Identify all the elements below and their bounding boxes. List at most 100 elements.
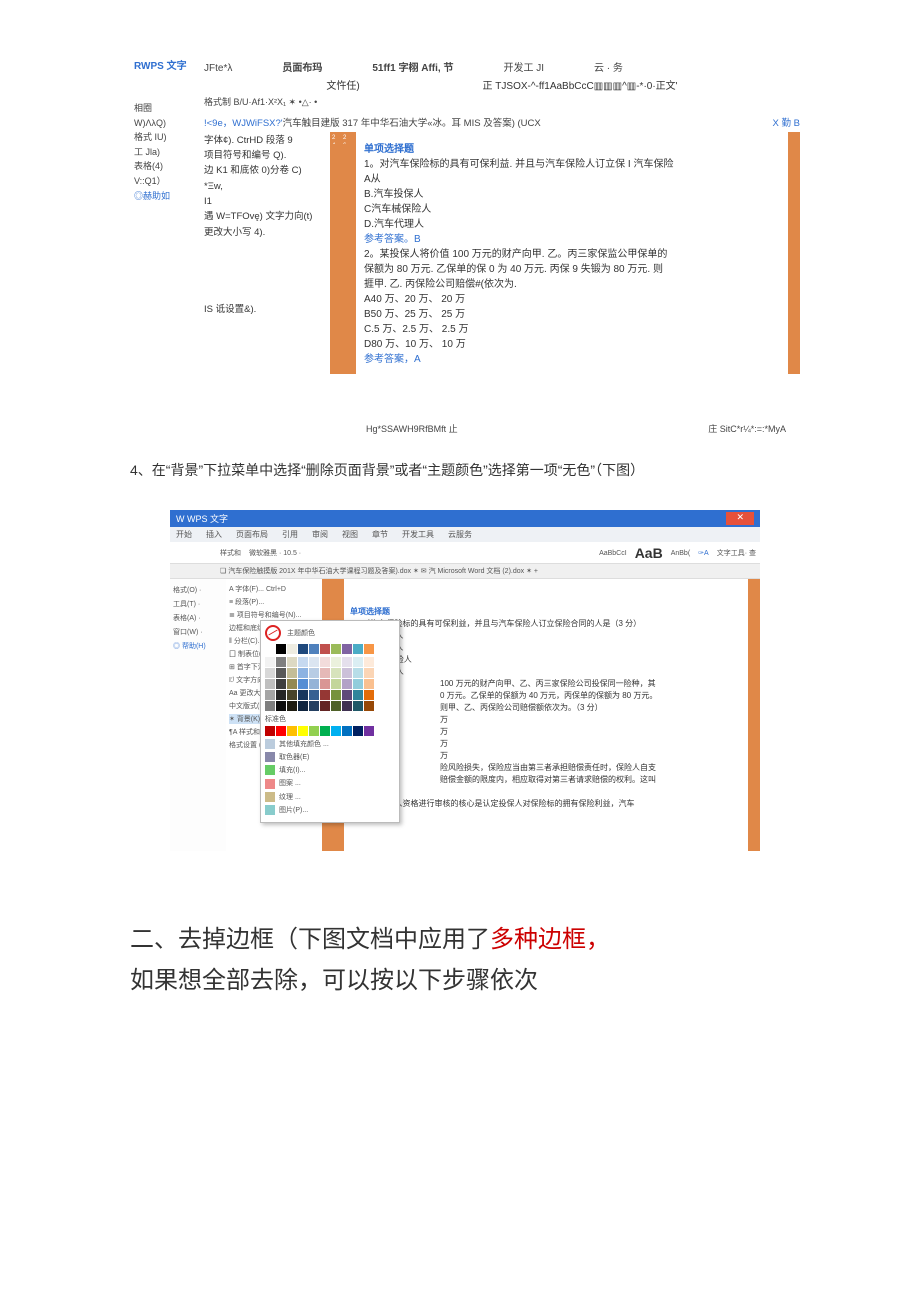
color-swatch[interactable]	[331, 726, 341, 736]
dd-item[interactable]: 遇 W=TFOvę) 文字力向(t)	[204, 210, 330, 223]
color-swatch[interactable]	[342, 726, 352, 736]
color-swatch[interactable]	[342, 668, 352, 678]
color-swatch[interactable]	[364, 701, 374, 711]
dd-font[interactable]: A 字体(F)... Ctrl+D	[229, 584, 319, 594]
color-swatch[interactable]	[298, 726, 308, 736]
color-swatch[interactable]	[364, 644, 374, 654]
dd-item[interactable]: IS 诋设置&).	[204, 303, 330, 316]
color-swatch[interactable]	[320, 657, 330, 667]
dd-item[interactable]: *Ξw,	[204, 180, 330, 193]
color-swatch[interactable]	[342, 690, 352, 700]
color-swatch[interactable]	[331, 657, 341, 667]
menu-table[interactable]: 表格(A) ·	[173, 613, 223, 623]
side-item[interactable]: 工 Jla)	[134, 146, 184, 159]
dd-bullet[interactable]: ≣ 项目符号和编号(N)...	[229, 610, 319, 620]
tab-close[interactable]: X 勤 B	[773, 117, 800, 130]
color-swatch[interactable]	[276, 726, 286, 736]
color-swatch[interactable]	[342, 657, 352, 667]
color-swatch[interactable]	[353, 726, 363, 736]
tab-start[interactable]: 开始	[176, 529, 192, 540]
color-swatch[interactable]	[364, 668, 374, 678]
color-swatch[interactable]	[353, 668, 363, 678]
dd-item[interactable]: 字体¢). CtrHD 段落 9	[204, 134, 330, 147]
color-swatch[interactable]	[331, 701, 341, 711]
side-item[interactable]: V::Q1）	[134, 175, 184, 188]
menu-format[interactable]: 格式(O) ·	[173, 585, 223, 595]
color-swatch[interactable]	[265, 690, 275, 700]
color-swatch[interactable]	[309, 644, 319, 654]
color-swatch[interactable]	[320, 701, 330, 711]
color-swatch[interactable]	[265, 726, 275, 736]
font-combo[interactable]: 微软雅黑 · 10.5 ·	[249, 548, 301, 558]
color-swatch[interactable]	[276, 679, 286, 689]
color-swatch[interactable]	[287, 726, 297, 736]
dd-item[interactable]: 更改大小写 4).	[204, 226, 330, 239]
color-swatch[interactable]	[331, 668, 341, 678]
tab-ref[interactable]: 引用	[282, 529, 298, 540]
dd-item[interactable]: 边 K1 和底侬 0)分卷 C)	[204, 164, 330, 177]
opt-texture[interactable]: 纹理 ...	[265, 792, 395, 802]
palette-row-nocolor[interactable]: 主题颜色	[265, 625, 395, 641]
color-swatch[interactable]	[364, 726, 374, 736]
color-swatch[interactable]	[320, 726, 330, 736]
color-swatch[interactable]	[331, 679, 341, 689]
color-swatch[interactable]	[353, 657, 363, 667]
color-swatch[interactable]	[309, 701, 319, 711]
tab-section[interactable]: 51ff1 字栩 Affi, 节	[372, 62, 453, 76]
color-swatch[interactable]	[309, 679, 319, 689]
style-normal[interactable]: AaBbCcI	[599, 550, 627, 557]
dd-item[interactable]: I1	[204, 195, 330, 208]
side-item-help[interactable]: ◎赫助如	[134, 190, 184, 203]
color-swatch[interactable]	[320, 644, 330, 654]
side-item[interactable]: W)ΛλQ)	[134, 117, 184, 130]
color-swatch[interactable]	[320, 679, 330, 689]
window-close-icon[interactable]: ✕	[726, 512, 754, 525]
color-swatch[interactable]	[287, 679, 297, 689]
color-swatch[interactable]	[298, 690, 308, 700]
opt-morecolor[interactable]: 其他填充颜色 ...	[265, 739, 395, 749]
color-swatch[interactable]	[298, 668, 308, 678]
color-swatch[interactable]	[320, 668, 330, 678]
dd-item[interactable]: 项目符号和编号 Q).	[204, 149, 330, 162]
color-swatch[interactable]	[276, 668, 286, 678]
document-tab[interactable]: !<9e，WJWiFSX?'汽车触目建版 317 年中华石油大学«冰。耳 MIS…	[204, 115, 800, 132]
tab-cloud[interactable]: 云服务	[448, 529, 472, 540]
menu-help[interactable]: ◎ 帮助(H)	[173, 641, 223, 651]
color-swatch[interactable]	[364, 657, 374, 667]
tab-insert[interactable]: JFte*λ	[204, 62, 232, 76]
color-swatch[interactable]	[276, 644, 286, 654]
format-bar[interactable]: 格式制 B/U·Af1·X²X₁ ✶ •△· •	[204, 96, 800, 109]
color-swatch[interactable]	[364, 679, 374, 689]
opt-pattern[interactable]: 图案 ...	[265, 778, 395, 788]
style-h2[interactable]: AnBb(	[671, 550, 690, 557]
menu-tools[interactable]: 工具(T) ·	[173, 599, 223, 609]
color-swatch[interactable]	[276, 701, 286, 711]
color-swatch[interactable]	[353, 701, 363, 711]
tab-sect[interactable]: 章节	[372, 529, 388, 540]
opt-picture[interactable]: 图片(P)...	[265, 805, 395, 815]
dd-para[interactable]: ≡ 段落(P)...	[229, 597, 319, 607]
tab-dev[interactable]: 开发工 JI	[503, 62, 544, 76]
color-swatch[interactable]	[331, 690, 341, 700]
opt-eyedrop[interactable]: 取色器(E)	[265, 752, 395, 762]
char-icon[interactable]: ✑A	[698, 549, 709, 557]
color-swatch[interactable]	[342, 644, 352, 654]
side-item[interactable]: 格式 IU)	[134, 131, 184, 144]
color-swatch[interactable]	[353, 644, 363, 654]
color-swatch[interactable]	[298, 657, 308, 667]
tab-insert[interactable]: 插入	[206, 529, 222, 540]
color-swatch[interactable]	[309, 657, 319, 667]
tab-review[interactable]: 审阅	[312, 529, 328, 540]
side-item[interactable]: 表格(4)	[134, 160, 184, 173]
color-swatch[interactable]	[287, 690, 297, 700]
color-swatch[interactable]	[331, 644, 341, 654]
tab-view[interactable]: 视图	[342, 529, 358, 540]
file-tab-bar[interactable]: ❏ 汽车保险触摸版 201X 年中华石油大学课程习题及答案).dox ✶ ✉ 汽…	[170, 564, 760, 579]
color-swatch[interactable]	[309, 690, 319, 700]
color-swatch[interactable]	[364, 690, 374, 700]
opt-fill[interactable]: 填充(I)...	[265, 765, 395, 775]
color-swatch[interactable]	[265, 644, 275, 654]
color-swatch[interactable]	[298, 644, 308, 654]
no-color-swatch-icon[interactable]	[265, 625, 281, 641]
color-swatch[interactable]	[309, 668, 319, 678]
